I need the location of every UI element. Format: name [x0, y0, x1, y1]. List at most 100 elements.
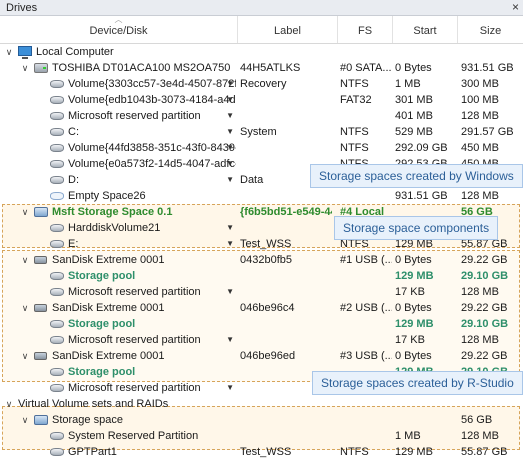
size-cell: 128 MB — [461, 286, 499, 298]
callout-components: Storage space components — [334, 216, 499, 240]
tree-row[interactable]: Microsoft reserved partition ▼ 401 MB 128 M… — [0, 108, 523, 124]
dropdown-arrow-icon[interactable]: ▼ — [226, 92, 234, 108]
usb-disk-icon — [34, 304, 47, 312]
expand-chevron-icon[interactable]: ∨ — [20, 204, 30, 220]
device-cell: System Reserved Partition — [0, 428, 236, 444]
fs-cell: NTFS — [340, 142, 369, 154]
tree-row[interactable]: Volume{edb1043b-3073-4184-a4d5... ▼ FAT32 3… — [0, 92, 523, 108]
expand-chevron-icon[interactable]: ∨ — [20, 60, 30, 76]
storage-pool-icon — [34, 207, 48, 217]
tree-row[interactable]: ∨ SanDisk Extreme 0001 0432b0fb5 #1 USB (..… — [0, 252, 523, 268]
column-start[interactable]: Start — [393, 16, 458, 43]
expand-chevron-icon[interactable]: ∨ — [4, 44, 14, 60]
close-icon[interactable]: × — [512, 0, 519, 14]
tree-row[interactable]: Volume{44fd3858-351c-43f0-8439-1... ▼ NTFS… — [0, 140, 523, 156]
tree-row[interactable]: Empty Space26 931.51 GB 128 MB — [0, 188, 523, 204]
label-cell: 046be96c4 — [240, 302, 295, 314]
size-cell: 128 MB — [461, 190, 499, 202]
tree-row[interactable]: Microsoft reserved partition ▼ 17 KB 128 MB — [0, 284, 523, 300]
dropdown-arrow-icon[interactable]: ▼ — [226, 124, 234, 140]
column-fs-label: FS — [357, 25, 373, 37]
device-name: Volume{3303cc57-3e4d-4507-872f-... — [68, 78, 236, 90]
device-cell: D: ▼ — [0, 172, 236, 188]
column-fs[interactable]: FS — [338, 16, 393, 43]
volume-icon — [50, 384, 64, 392]
size-cell: 100 MB — [461, 94, 499, 106]
tree-row[interactable]: ∨ TOSHIBA DT01ACA100 MS2OA750 44H5ATLKS #0 … — [0, 60, 523, 76]
tree-row[interactable]: Storage pool 129 MB 29.10 GB — [0, 268, 523, 284]
tree-row[interactable]: Storage pool 129 MB 29.10 GB — [0, 316, 523, 332]
fs-cell — [340, 284, 392, 300]
fs-cell: NTFS — [340, 78, 369, 90]
dropdown-arrow-icon[interactable]: ▼ — [226, 108, 234, 124]
device-name: D: — [68, 174, 79, 186]
tree-row[interactable]: ∨ SanDisk Extreme 0001 046be96ed #3 USB (..… — [0, 348, 523, 364]
fs-cell — [340, 108, 392, 124]
device-name: GPTPart1 — [68, 446, 117, 458]
tree-row[interactable]: C: ▼ System NTFS 529 MB 291.57 GB — [0, 124, 523, 140]
start-cell: 0 Bytes — [395, 350, 432, 362]
column-device-disk[interactable]: ︿ Device/Disk — [0, 15, 238, 43]
size-cell: 56 GB — [461, 414, 493, 426]
label-cell — [240, 396, 332, 412]
expand-chevron-icon[interactable]: ∨ — [20, 300, 30, 316]
volume-icon — [50, 160, 64, 168]
label-cell: System — [240, 126, 277, 138]
fs-cell: FAT32 — [340, 94, 372, 106]
start-cell — [395, 44, 455, 60]
size-cell: 55.87 GB — [461, 446, 508, 458]
size-cell: 29.22 GB — [461, 302, 508, 314]
dropdown-arrow-icon[interactable]: ▼ — [226, 380, 234, 396]
fs-cell: #2 USB (... — [340, 302, 392, 314]
volume-icon — [50, 368, 64, 376]
device-cell: E: ▼ — [0, 236, 236, 252]
usb-disk-icon — [34, 256, 47, 264]
volume-icon — [50, 224, 64, 232]
dropdown-arrow-icon[interactable]: ▼ — [226, 236, 234, 252]
dropdown-arrow-icon[interactable]: ▼ — [226, 220, 234, 236]
size-cell: 931.51 GB — [461, 62, 514, 74]
tree-row[interactable]: ∨ Virtual Volume sets and RAIDs — [0, 396, 523, 412]
label-cell — [240, 428, 332, 444]
label-cell — [240, 140, 332, 156]
expand-chevron-icon[interactable]: ∨ — [20, 348, 30, 364]
start-cell — [395, 412, 455, 428]
dropdown-arrow-icon[interactable]: ▼ — [226, 332, 234, 348]
device-name: Local Computer — [36, 46, 114, 58]
device-name: SanDisk Extreme 0001 — [52, 302, 165, 314]
expand-chevron-icon[interactable]: ∨ — [20, 252, 30, 268]
dropdown-arrow-icon[interactable]: ▼ — [226, 284, 234, 300]
tree-row[interactable]: ∨ Local Computer — [0, 44, 523, 60]
expand-chevron-icon[interactable]: ∨ — [20, 412, 30, 428]
volume-icon — [50, 272, 64, 280]
device-name: HarddiskVolume21 — [68, 222, 161, 234]
device-cell: ∨ SanDisk Extreme 0001 — [0, 348, 236, 364]
tree-row[interactable]: Volume{3303cc57-3e4d-4507-872f-... ▼ Recov… — [0, 76, 523, 92]
label-cell — [240, 332, 332, 348]
dropdown-arrow-icon[interactable]: ▼ — [226, 156, 234, 172]
device-name: Microsoft reserved partition — [68, 286, 201, 298]
label-cell — [240, 412, 332, 428]
tree-row[interactable]: ∨ SanDisk Extreme 0001 046be96c4 #2 USB (..… — [0, 300, 523, 316]
device-name: Microsoft reserved partition — [68, 382, 201, 394]
device-cell: Volume{edb1043b-3073-4184-a4d5... ▼ — [0, 92, 236, 108]
start-cell: 129 MB — [395, 446, 433, 458]
size-cell: 300 MB — [461, 78, 499, 90]
expand-chevron-icon[interactable]: ∨ — [4, 396, 14, 412]
dropdown-arrow-icon[interactable]: ▼ — [226, 140, 234, 156]
fs-cell: #3 USB (... — [340, 350, 392, 362]
dropdown-arrow-icon[interactable]: ▼ — [226, 172, 234, 188]
column-size[interactable]: Size — [458, 16, 523, 43]
tree-row[interactable]: System Reserved Partition 1 MB 128 MB — [0, 428, 523, 444]
start-cell: 17 KB — [395, 286, 425, 298]
tree-row[interactable]: GPTPart1 Test_WSS NTFS 129 MB 55.87 GB — [0, 444, 523, 460]
device-name: C: — [68, 126, 79, 138]
label-cell: 44H5ATLKS — [240, 62, 301, 74]
computer-icon — [18, 46, 32, 59]
tree-row[interactable]: ∨ Storage space 56 GB — [0, 412, 523, 428]
tree-row[interactable]: Microsoft reserved partition ▼ 17 KB 128 MB — [0, 332, 523, 348]
volume-icon — [50, 240, 64, 248]
usb-disk-icon — [34, 352, 47, 360]
dropdown-arrow-icon[interactable]: ▼ — [226, 76, 234, 92]
column-label[interactable]: Label — [238, 16, 338, 43]
